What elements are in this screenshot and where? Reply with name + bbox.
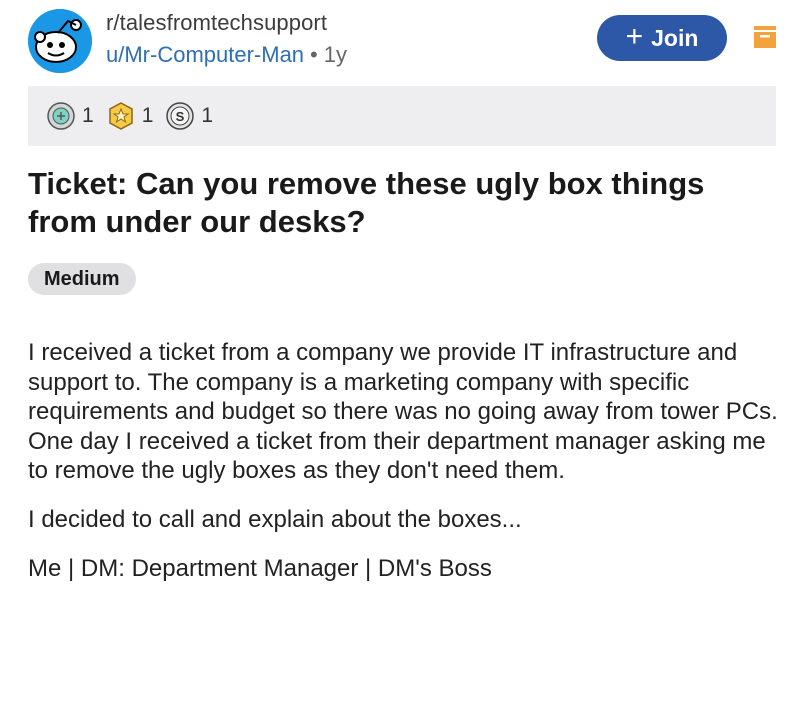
join-label: Join <box>651 24 699 51</box>
join-button[interactable]: + Join <box>597 15 727 61</box>
post-page: r/talesfromtechsupport u/Mr-Computer-Man… <box>0 0 800 718</box>
svg-text:S: S <box>176 109 185 124</box>
wholesome-award-icon <box>108 102 133 130</box>
award-count: 1 <box>82 104 94 127</box>
post-header: r/talesfromtechsupport u/Mr-Computer-Man… <box>0 0 800 80</box>
silver-award-icon: S <box>166 102 195 130</box>
award-wholesome[interactable]: 1 <box>106 101 154 131</box>
helpful-award-icon <box>47 102 75 130</box>
award-count: 1 <box>141 104 154 127</box>
subreddit-name[interactable]: r/talesfromtechsupport <box>106 10 327 36</box>
post-age: 1y <box>323 42 347 67</box>
body-paragraph: I received a ticket from a company we pr… <box>28 339 778 485</box>
award-count: 1 <box>201 104 214 127</box>
awards-bar[interactable]: 1 1 S 1 <box>28 86 776 146</box>
separator-dot: • <box>310 42 318 67</box>
post-title[interactable]: Ticket: Can you remove these ugly box th… <box>28 165 768 241</box>
award-silver[interactable]: S 1 <box>165 101 213 131</box>
post-meta: u/Mr-Computer-Man • 1y <box>106 42 347 68</box>
subreddit-avatar[interactable] <box>28 9 92 73</box>
body-paragraph: Me | DM: Department Manager | DM's Boss <box>28 554 492 582</box>
body-paragraph: I decided to call and explain about the … <box>28 505 522 533</box>
plus-icon: + <box>625 19 644 53</box>
award-helpful[interactable]: 1 <box>46 101 94 131</box>
post-flair[interactable]: Medium <box>28 263 136 295</box>
save-icon[interactable] <box>752 24 778 50</box>
post-body: I received a ticket from a company we pr… <box>28 338 778 602</box>
snoo-icon <box>28 9 92 73</box>
username-link[interactable]: u/Mr-Computer-Man <box>106 42 304 67</box>
